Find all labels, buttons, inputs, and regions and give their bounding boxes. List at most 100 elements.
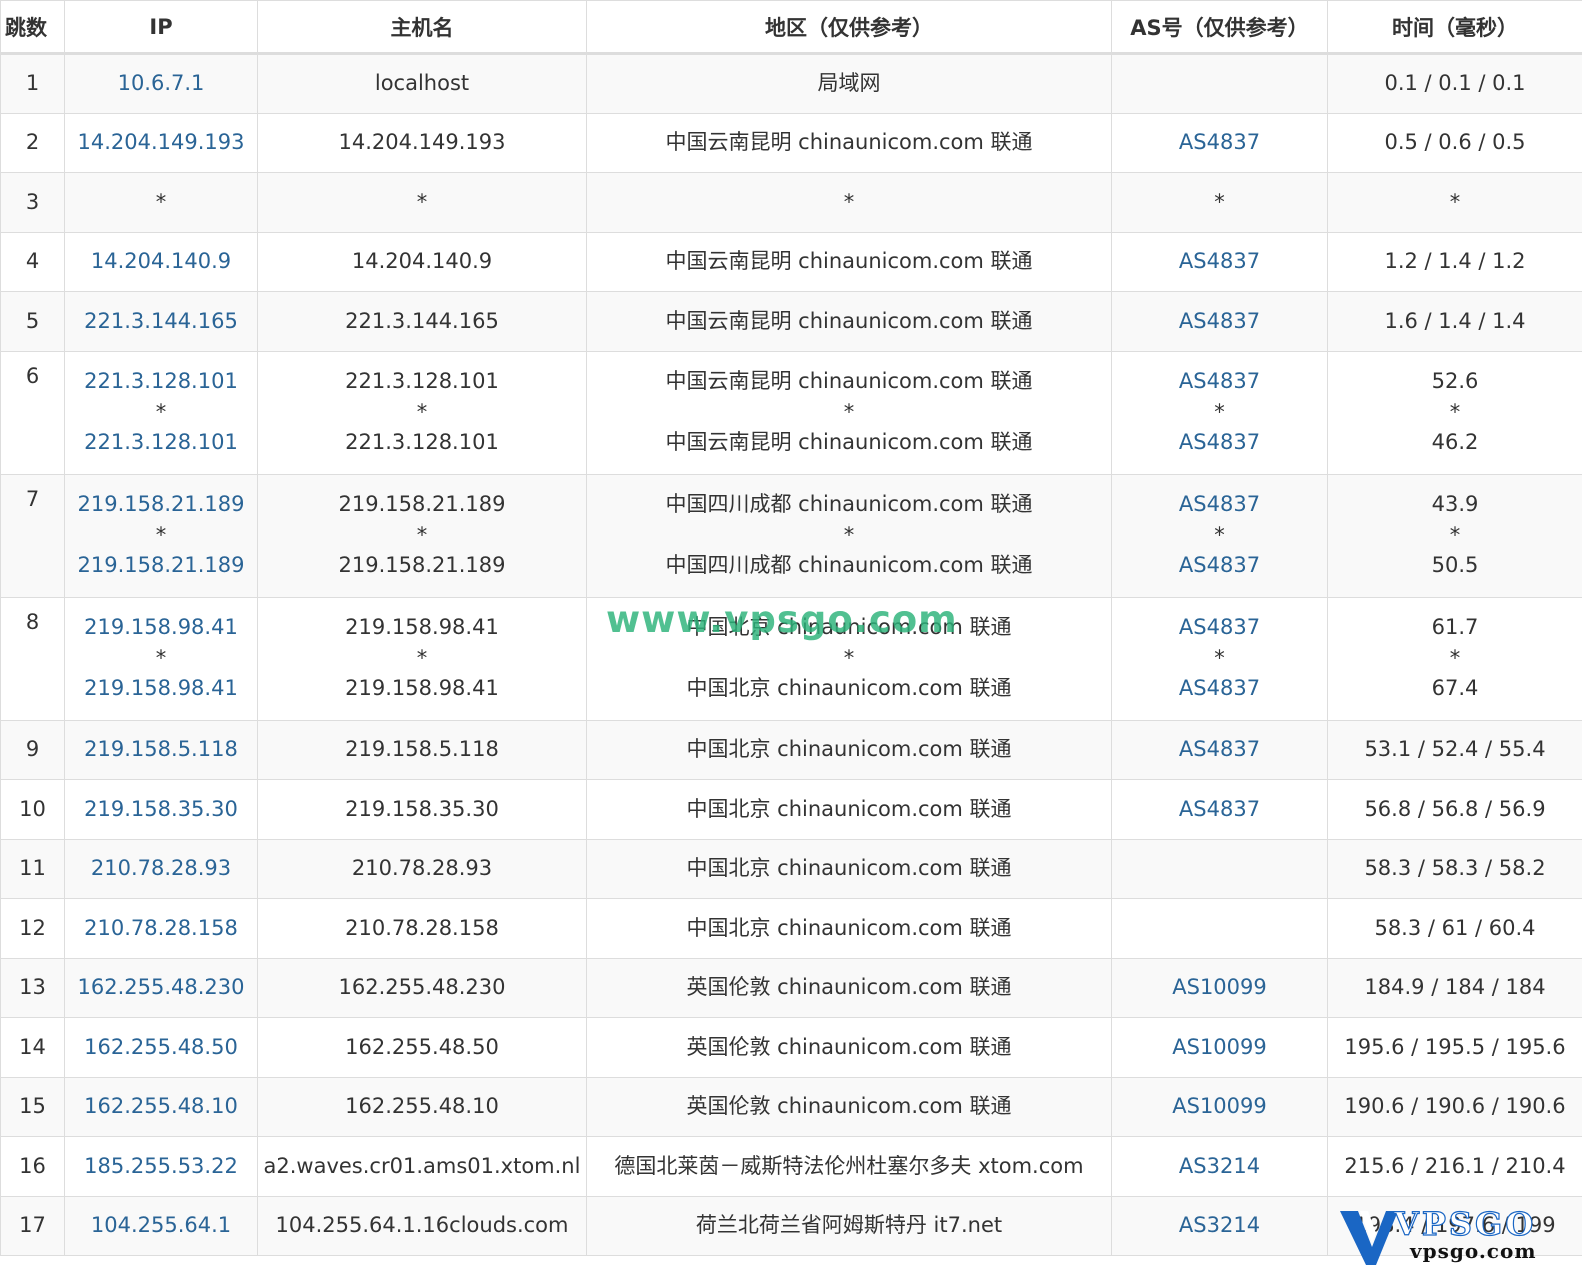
header-hostname[interactable]: 主机名 — [257, 0, 587, 55]
table-header-row: 跳数 IP 主机名 地区（仅供参考） AS号（仅供参考） 时间（毫秒） — [0, 0, 1582, 55]
as-link[interactable]: AS4837 — [1112, 132, 1327, 153]
table-row: 12 210.78.28.158 210.78.28.158 中国北京 chinaun… — [0, 898, 1582, 959]
as-link[interactable]: AS3214 — [1112, 1155, 1327, 1177]
as-link[interactable]: AS4837 — [1112, 550, 1327, 582]
time-cell: 195.6 / 195.5 / 195.6 — [1327, 1017, 1582, 1078]
region-text: 中国北京 chinaunicom.com 联通 — [686, 915, 1012, 940]
time-cell: 58.3 / 58.3 / 58.2 — [1327, 838, 1582, 899]
ip-cell: 210.78.28.93 — [64, 838, 258, 899]
header-as-number[interactable]: AS号（仅供参考） — [1111, 0, 1328, 55]
as-link[interactable]: AS4837 — [1112, 251, 1327, 272]
ip-link[interactable]: 219.158.5.118 — [65, 739, 257, 760]
hostname-cell: 162.255.48.10 — [257, 1076, 587, 1137]
as-link[interactable]: AS10099 — [1112, 1096, 1327, 1117]
hop-cell: 16 — [0, 1136, 65, 1197]
table-row: 13 162.255.48.230 162.255.48.230 英国伦敦 china… — [0, 957, 1582, 1018]
hostname-text: * — [416, 400, 428, 424]
time-cell: 53.1 / 52.4 / 55.4 — [1327, 719, 1582, 780]
as-cell: AS10099 — [1111, 1017, 1328, 1078]
as-link[interactable]: AS4837 — [1112, 798, 1327, 820]
as-link[interactable]: AS4837 — [1112, 612, 1327, 644]
as-link[interactable]: AS4837 — [1112, 739, 1327, 760]
hop-cell: 6 — [0, 350, 65, 475]
ip-link[interactable]: 10.6.7.1 — [65, 73, 257, 94]
hop-cell: 9 — [0, 719, 65, 780]
ip-link[interactable]: 221.3.144.165 — [65, 310, 257, 332]
ip-link[interactable]: 210.78.28.93 — [65, 858, 257, 879]
hostname-text: 219.158.35.30 — [345, 796, 499, 821]
region-cell: 中国云南昆明 chinaunicom.com 联通 — [586, 231, 1112, 292]
ip-link[interactable]: 14.204.149.193 — [65, 132, 257, 153]
ip-cell: 162.255.48.50 — [64, 1017, 258, 1078]
as-link[interactable]: AS4837 — [1112, 310, 1327, 332]
time-cell: * — [1327, 172, 1582, 233]
hostname-text: 219.158.98.41 — [345, 676, 499, 700]
time-cell: 0.5 / 0.6 / 0.5 — [1327, 112, 1582, 173]
as-link[interactable]: AS4837 — [1112, 673, 1327, 705]
ip-link[interactable]: 185.255.53.22 — [65, 1155, 257, 1177]
hostname-text: * — [416, 523, 428, 547]
region-text: 中国北京 chinaunicom.com 联通 — [686, 796, 1012, 821]
hostname-cell: a2.waves.cr01.ams01.xtom.nl — [257, 1136, 587, 1197]
header-hop[interactable]: 跳数 — [0, 0, 65, 55]
region-text: 英国伦敦 chinaunicom.com 联通 — [686, 1034, 1012, 1059]
header-time[interactable]: 时间（毫秒） — [1327, 0, 1582, 55]
region-cell: 德国北莱茵－威斯特法伦州杜塞尔多夫 xtom.com — [586, 1136, 1112, 1197]
as-link[interactable]: AS4837 — [1112, 489, 1327, 521]
time-text: * — [1449, 400, 1461, 424]
hostname-cell: 162.255.48.230 — [257, 957, 587, 1018]
region-text: 局域网 — [817, 71, 881, 96]
ip-cell: 219.158.98.41 * 219.158.98.41 — [64, 596, 258, 721]
table-row: 10 219.158.35.30 219.158.35.30 中国北京 chinaun… — [0, 779, 1582, 840]
as-link[interactable]: AS4837 — [1112, 366, 1327, 398]
hostname-text: a2.waves.cr01.ams01.xtom.nl — [263, 1153, 581, 1178]
region-text: * — [843, 523, 855, 547]
table-row: 5 221.3.144.165 221.3.144.165 中国云南昆明 chinau… — [0, 291, 1582, 352]
time-text: 46.2 — [1431, 430, 1479, 454]
ip-link[interactable]: 219.158.35.30 — [65, 798, 257, 820]
table-row: 6 221.3.128.101 * 221.3.128.101 221.3.128.10… — [0, 350, 1582, 475]
region-text: * — [843, 646, 855, 670]
ip-text: * — [155, 523, 167, 547]
table-row: 2 14.204.149.193 14.204.149.193 中国云南昆明 chin… — [0, 112, 1582, 173]
ip-link[interactable]: 221.3.128.101 — [65, 427, 257, 459]
table-body: 1 10.6.7.1 localhost 局域网 0.1 / 0.1 / 0.1 2 14.… — [0, 53, 1582, 1256]
hostname-text: localhost — [374, 71, 470, 96]
ip-link[interactable]: 210.78.28.158 — [65, 917, 257, 939]
ip-link[interactable]: 104.255.64.1 — [65, 1215, 257, 1236]
table-row: 9 219.158.5.118 219.158.5.118 中国北京 chinauni… — [0, 719, 1582, 780]
hop-cell: 3 — [0, 172, 65, 233]
ip-link[interactable]: 162.255.48.50 — [65, 1036, 257, 1058]
ip-link[interactable]: 221.3.128.101 — [65, 366, 257, 398]
as-link[interactable]: AS3214 — [1112, 1215, 1327, 1236]
time-text: 50.5 — [1431, 553, 1479, 577]
ip-cell: 14.204.149.193 — [64, 112, 258, 173]
time-cell: 215.6 / 216.1 / 210.4 — [1327, 1136, 1582, 1197]
as-link[interactable]: AS10099 — [1112, 1036, 1327, 1058]
ip-link[interactable]: 162.255.48.10 — [65, 1096, 257, 1117]
ip-link[interactable]: 219.158.98.41 — [65, 673, 257, 705]
region-cell: 中国云南昆明 chinaunicom.com 联通 * 中国云南昆明 chinaun… — [586, 350, 1112, 475]
hop-cell: 17 — [0, 1195, 65, 1256]
hostname-text: 210.78.28.93 — [351, 856, 493, 881]
ip-link[interactable]: 219.158.21.189 — [65, 489, 257, 521]
as-link[interactable]: AS4837 — [1112, 427, 1327, 459]
ip-cell: 185.255.53.22 — [64, 1136, 258, 1197]
header-ip[interactable]: IP — [64, 0, 258, 55]
header-region[interactable]: 地区（仅供参考） — [586, 0, 1112, 55]
hop-cell: 4 — [0, 231, 65, 292]
hop-cell: 2 — [0, 112, 65, 173]
ip-link[interactable]: 162.255.48.230 — [65, 977, 257, 998]
time-text: 190.6 / 190.6 / 190.6 — [1344, 1094, 1566, 1119]
hostname-text: 221.3.144.165 — [345, 308, 499, 333]
as-cell: AS4837 — [1111, 779, 1328, 840]
hop-cell: 11 — [0, 838, 65, 899]
ip-link[interactable]: 14.204.140.9 — [65, 251, 257, 272]
region-text: 中国云南昆明 chinaunicom.com 联通 — [665, 368, 1033, 393]
time-text: 184.9 / 184 / 184 — [1364, 975, 1546, 1000]
ip-link[interactable]: 219.158.98.41 — [65, 612, 257, 644]
as-link[interactable]: AS10099 — [1112, 977, 1327, 998]
hop-cell: 12 — [0, 898, 65, 959]
ip-link[interactable]: 219.158.21.189 — [65, 550, 257, 582]
region-text: 中国北京 chinaunicom.com 联通 — [686, 676, 1012, 700]
